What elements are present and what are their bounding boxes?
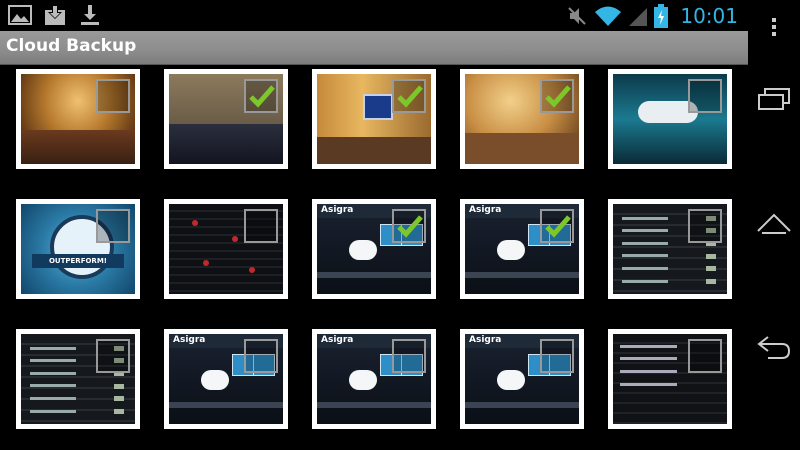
checkmark-icon — [545, 85, 571, 108]
selection-checkbox[interactable] — [392, 339, 426, 373]
grid-item[interactable]: Asigra — [312, 199, 436, 299]
home-icon — [757, 213, 791, 234]
recent-apps-button[interactable] — [756, 84, 792, 114]
selection-checkbox[interactable] — [244, 79, 278, 113]
home-button[interactable] — [756, 208, 792, 238]
status-bar: 10:01 — [0, 0, 748, 31]
selection-checkbox[interactable] — [244, 339, 278, 373]
selection-checkbox[interactable] — [688, 209, 722, 243]
download-icon — [81, 5, 99, 25]
grid-item[interactable] — [608, 199, 732, 299]
action-bar: Cloud Backup — [0, 31, 748, 65]
selection-checkbox[interactable] — [688, 339, 722, 373]
grid-item[interactable] — [460, 69, 584, 169]
checkmark-icon — [545, 215, 571, 238]
back-button[interactable] — [756, 332, 792, 362]
grid-item[interactable] — [608, 69, 732, 169]
grid-item[interactable] — [608, 329, 732, 429]
selection-checkbox[interactable] — [392, 209, 426, 243]
selection-checkbox[interactable] — [540, 339, 574, 373]
battery-charging-icon — [654, 4, 669, 28]
grid-item[interactable]: Asigra — [312, 329, 436, 429]
selection-checkbox[interactable] — [96, 209, 130, 243]
grid-item[interactable]: Asigra — [460, 329, 584, 429]
asigra-brand-text: Asigra — [321, 205, 354, 215]
grid-item[interactable] — [16, 329, 140, 429]
checkmark-icon — [249, 85, 275, 108]
asigra-brand-text: Asigra — [469, 335, 502, 345]
asigra-brand-text: Asigra — [173, 335, 206, 345]
menu-icon — [772, 18, 776, 36]
selection-checkbox[interactable] — [96, 339, 130, 373]
grid-item[interactable]: OUTPERFORM! — [16, 199, 140, 299]
asigra-brand-text: Asigra — [469, 205, 502, 215]
gallery-icon — [8, 5, 32, 25]
grid-item[interactable] — [312, 69, 436, 169]
grid-item[interactable] — [164, 199, 288, 299]
logo-banner-text: OUTPERFORM! — [48, 256, 107, 265]
grid-item[interactable] — [16, 69, 140, 169]
asigra-brand-text: Asigra — [321, 335, 354, 345]
grid-item[interactable]: Asigra — [460, 199, 584, 299]
selection-checkbox[interactable] — [540, 79, 574, 113]
status-clock: 10:01 — [680, 4, 738, 28]
download-to-tray-icon — [45, 5, 65, 25]
checkmark-icon — [397, 85, 423, 108]
recent-apps-icon — [758, 88, 790, 110]
back-icon — [757, 336, 791, 359]
navigation-bar — [748, 0, 800, 450]
app-title: Cloud Backup — [6, 36, 137, 56]
signal-icon — [629, 8, 648, 26]
mute-icon — [568, 7, 587, 25]
selection-checkbox[interactable] — [392, 79, 426, 113]
grid-item[interactable]: Asigra — [164, 329, 288, 429]
menu-button[interactable] — [756, 12, 792, 42]
wifi-icon — [595, 6, 622, 26]
selection-checkbox[interactable] — [244, 209, 278, 243]
selection-checkbox[interactable] — [540, 209, 574, 243]
selection-checkbox[interactable] — [96, 79, 130, 113]
system-tray[interactable]: 10:01 — [566, 3, 738, 29]
notification-area[interactable] — [8, 4, 102, 26]
selection-checkbox[interactable] — [688, 79, 722, 113]
checkmark-icon — [397, 215, 423, 238]
grid-item[interactable] — [164, 69, 288, 169]
